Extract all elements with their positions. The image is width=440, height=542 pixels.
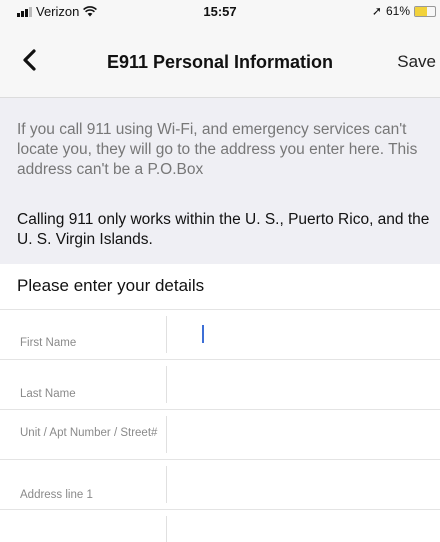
last-name-field[interactable]: [172, 362, 436, 407]
battery-percent: 61%: [385, 4, 410, 18]
location-arrow-icon: ➚: [371, 4, 382, 18]
next-row: [0, 510, 440, 542]
address-line-1-field[interactable]: [172, 462, 436, 507]
address-line-1-label: Address line 1: [20, 489, 93, 501]
row-divider: [166, 466, 167, 503]
info-section: If you call 911 using Wi-Fi, and emergen…: [0, 98, 440, 264]
last-name-label: Last Name: [20, 388, 76, 400]
last-name-row: Last Name: [0, 360, 440, 410]
first-name-row: First Name: [0, 310, 440, 360]
navigation-bar: E911 Personal Information Save: [0, 22, 440, 98]
row-divider: [166, 416, 167, 453]
coverage-notice: Calling 911 only works within the U. S.,…: [17, 211, 430, 248]
row-divider: [166, 516, 167, 542]
battery-icon: [414, 5, 436, 17]
details-header-label: Please enter your details: [17, 276, 205, 295]
first-name-label: First Name: [20, 337, 77, 349]
address-line-1-row: Address line 1: [0, 460, 440, 510]
row-divider: [166, 316, 167, 353]
street-row: Unit / Apt Number / Street#: [0, 410, 440, 460]
page-title: E911 Personal Information: [106, 52, 334, 72]
row-divider: [166, 366, 167, 403]
battery-fill: [415, 6, 428, 16]
street-field[interactable]: [172, 412, 436, 457]
text-cursor: [202, 325, 204, 343]
status-bar: Verizon 15:57 ➚ 61%: [0, 0, 440, 22]
wifi-calling-notice: If you call 911 using Wi-Fi, and emergen…: [17, 121, 418, 178]
street-label: Unit / Apt Number / Street#: [20, 427, 158, 439]
details-header: Please enter your details: [0, 264, 440, 309]
status-right: ➚ 61%: [372, 4, 436, 18]
save-button[interactable]: Save: [397, 52, 436, 72]
personal-info-form: First Name Last Name Unit / Apt Number /…: [0, 309, 440, 542]
first-name-field[interactable]: [172, 312, 436, 357]
